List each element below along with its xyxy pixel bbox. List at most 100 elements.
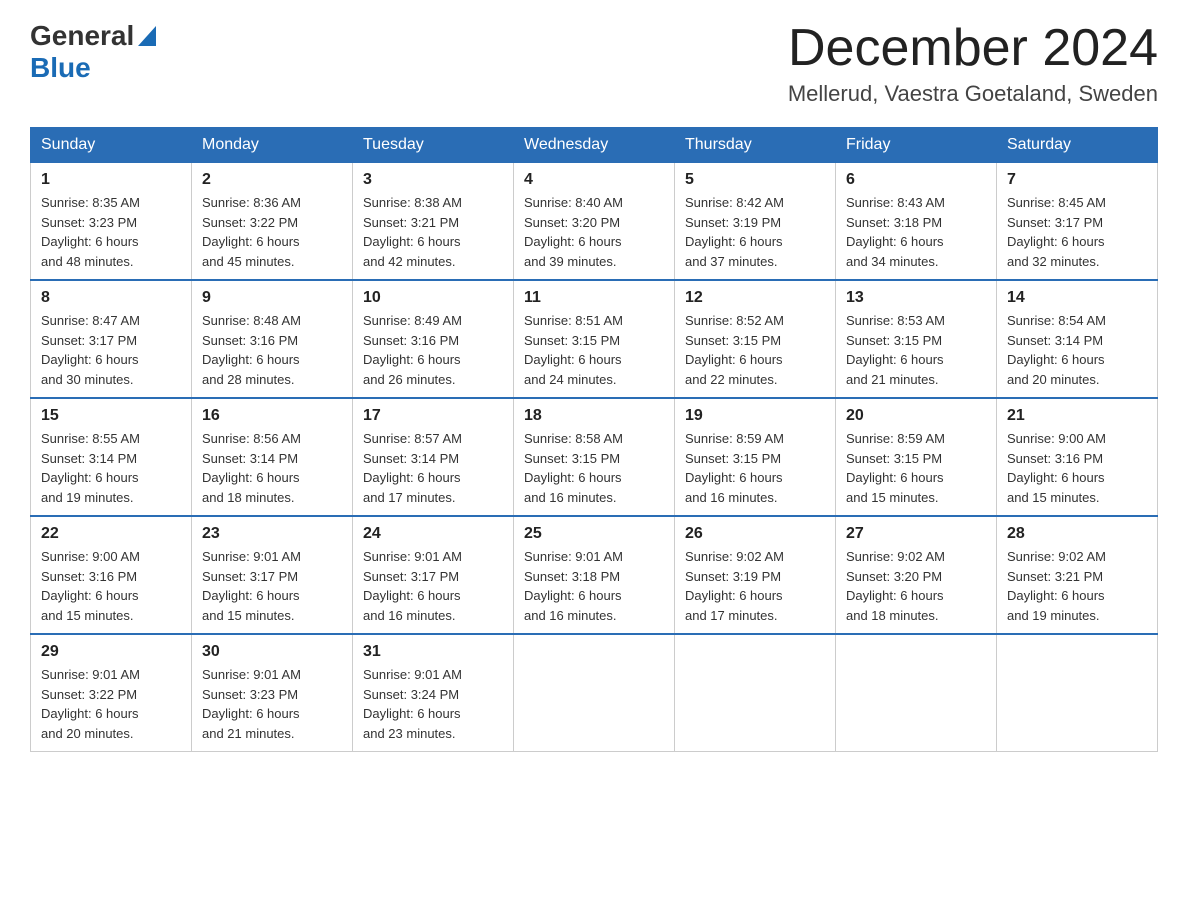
day-info: Sunrise: 9:00 AM Sunset: 3:16 PM Dayligh… (41, 547, 181, 625)
calendar-cell: 17 Sunrise: 8:57 AM Sunset: 3:14 PM Dayl… (353, 398, 514, 516)
calendar-cell: 18 Sunrise: 8:58 AM Sunset: 3:15 PM Dayl… (514, 398, 675, 516)
day-info: Sunrise: 8:55 AM Sunset: 3:14 PM Dayligh… (41, 429, 181, 507)
day-info: Sunrise: 9:02 AM Sunset: 3:21 PM Dayligh… (1007, 547, 1147, 625)
day-number: 12 (685, 289, 825, 307)
page-header: General Blue December 2024 Mellerud, Vae… (30, 20, 1158, 107)
day-number: 16 (202, 407, 342, 425)
day-number: 18 (524, 407, 664, 425)
calendar-cell: 16 Sunrise: 8:56 AM Sunset: 3:14 PM Dayl… (192, 398, 353, 516)
day-info: Sunrise: 8:35 AM Sunset: 3:23 PM Dayligh… (41, 193, 181, 271)
day-number: 13 (846, 289, 986, 307)
day-number: 31 (363, 643, 503, 661)
col-header-friday: Friday (836, 128, 997, 163)
calendar-cell: 9 Sunrise: 8:48 AM Sunset: 3:16 PM Dayli… (192, 280, 353, 398)
day-info: Sunrise: 8:42 AM Sunset: 3:19 PM Dayligh… (685, 193, 825, 271)
day-info: Sunrise: 9:01 AM Sunset: 3:18 PM Dayligh… (524, 547, 664, 625)
day-number: 19 (685, 407, 825, 425)
day-number: 3 (363, 171, 503, 189)
calendar-cell: 30 Sunrise: 9:01 AM Sunset: 3:23 PM Dayl… (192, 634, 353, 752)
calendar-cell: 23 Sunrise: 9:01 AM Sunset: 3:17 PM Dayl… (192, 516, 353, 634)
day-number: 23 (202, 525, 342, 543)
day-info: Sunrise: 8:54 AM Sunset: 3:14 PM Dayligh… (1007, 311, 1147, 389)
day-info: Sunrise: 9:02 AM Sunset: 3:20 PM Dayligh… (846, 547, 986, 625)
calendar-cell: 29 Sunrise: 9:01 AM Sunset: 3:22 PM Dayl… (31, 634, 192, 752)
day-info: Sunrise: 8:43 AM Sunset: 3:18 PM Dayligh… (846, 193, 986, 271)
day-number: 17 (363, 407, 503, 425)
col-header-tuesday: Tuesday (353, 128, 514, 163)
day-info: Sunrise: 8:51 AM Sunset: 3:15 PM Dayligh… (524, 311, 664, 389)
col-header-sunday: Sunday (31, 128, 192, 163)
day-number: 4 (524, 171, 664, 189)
day-info: Sunrise: 9:01 AM Sunset: 3:23 PM Dayligh… (202, 665, 342, 743)
calendar-cell: 21 Sunrise: 9:00 AM Sunset: 3:16 PM Dayl… (997, 398, 1158, 516)
day-number: 30 (202, 643, 342, 661)
day-info: Sunrise: 8:48 AM Sunset: 3:16 PM Dayligh… (202, 311, 342, 389)
calendar-cell: 7 Sunrise: 8:45 AM Sunset: 3:17 PM Dayli… (997, 163, 1158, 281)
day-info: Sunrise: 8:49 AM Sunset: 3:16 PM Dayligh… (363, 311, 503, 389)
day-number: 22 (41, 525, 181, 543)
day-number: 14 (1007, 289, 1147, 307)
day-info: Sunrise: 9:01 AM Sunset: 3:17 PM Dayligh… (363, 547, 503, 625)
day-info: Sunrise: 8:57 AM Sunset: 3:14 PM Dayligh… (363, 429, 503, 507)
calendar-cell: 25 Sunrise: 9:01 AM Sunset: 3:18 PM Dayl… (514, 516, 675, 634)
col-header-monday: Monday (192, 128, 353, 163)
col-header-saturday: Saturday (997, 128, 1158, 163)
calendar-cell: 24 Sunrise: 9:01 AM Sunset: 3:17 PM Dayl… (353, 516, 514, 634)
calendar-cell: 28 Sunrise: 9:02 AM Sunset: 3:21 PM Dayl… (997, 516, 1158, 634)
day-number: 9 (202, 289, 342, 307)
day-info: Sunrise: 9:00 AM Sunset: 3:16 PM Dayligh… (1007, 429, 1147, 507)
day-info: Sunrise: 9:01 AM Sunset: 3:22 PM Dayligh… (41, 665, 181, 743)
day-number: 27 (846, 525, 986, 543)
calendar-cell (514, 634, 675, 752)
day-info: Sunrise: 9:01 AM Sunset: 3:17 PM Dayligh… (202, 547, 342, 625)
calendar-week-row: 1 Sunrise: 8:35 AM Sunset: 3:23 PM Dayli… (31, 163, 1158, 281)
col-header-wednesday: Wednesday (514, 128, 675, 163)
day-number: 5 (685, 171, 825, 189)
calendar-cell: 5 Sunrise: 8:42 AM Sunset: 3:19 PM Dayli… (675, 163, 836, 281)
calendar-table: SundayMondayTuesdayWednesdayThursdayFrid… (30, 127, 1158, 752)
day-info: Sunrise: 8:38 AM Sunset: 3:21 PM Dayligh… (363, 193, 503, 271)
logo-blue-text: Blue (30, 52, 91, 83)
logo-general-text: General (30, 20, 134, 52)
calendar-cell: 15 Sunrise: 8:55 AM Sunset: 3:14 PM Dayl… (31, 398, 192, 516)
calendar-header-row: SundayMondayTuesdayWednesdayThursdayFrid… (31, 128, 1158, 163)
day-info: Sunrise: 9:02 AM Sunset: 3:19 PM Dayligh… (685, 547, 825, 625)
day-info: Sunrise: 8:52 AM Sunset: 3:15 PM Dayligh… (685, 311, 825, 389)
calendar-cell: 10 Sunrise: 8:49 AM Sunset: 3:16 PM Dayl… (353, 280, 514, 398)
day-number: 6 (846, 171, 986, 189)
day-number: 10 (363, 289, 503, 307)
day-number: 25 (524, 525, 664, 543)
calendar-cell: 6 Sunrise: 8:43 AM Sunset: 3:18 PM Dayli… (836, 163, 997, 281)
day-info: Sunrise: 8:47 AM Sunset: 3:17 PM Dayligh… (41, 311, 181, 389)
calendar-cell: 2 Sunrise: 8:36 AM Sunset: 3:22 PM Dayli… (192, 163, 353, 281)
calendar-cell: 14 Sunrise: 8:54 AM Sunset: 3:14 PM Dayl… (997, 280, 1158, 398)
calendar-week-row: 8 Sunrise: 8:47 AM Sunset: 3:17 PM Dayli… (31, 280, 1158, 398)
calendar-cell: 12 Sunrise: 8:52 AM Sunset: 3:15 PM Dayl… (675, 280, 836, 398)
calendar-cell: 31 Sunrise: 9:01 AM Sunset: 3:24 PM Dayl… (353, 634, 514, 752)
calendar-cell: 26 Sunrise: 9:02 AM Sunset: 3:19 PM Dayl… (675, 516, 836, 634)
calendar-cell: 1 Sunrise: 8:35 AM Sunset: 3:23 PM Dayli… (31, 163, 192, 281)
day-info: Sunrise: 8:36 AM Sunset: 3:22 PM Dayligh… (202, 193, 342, 271)
calendar-cell: 27 Sunrise: 9:02 AM Sunset: 3:20 PM Dayl… (836, 516, 997, 634)
day-info: Sunrise: 9:01 AM Sunset: 3:24 PM Dayligh… (363, 665, 503, 743)
calendar-cell (836, 634, 997, 752)
title-area: December 2024 Mellerud, Vaestra Goetalan… (788, 20, 1158, 107)
calendar-cell (675, 634, 836, 752)
calendar-cell: 22 Sunrise: 9:00 AM Sunset: 3:16 PM Dayl… (31, 516, 192, 634)
location-subtitle: Mellerud, Vaestra Goetaland, Sweden (788, 81, 1158, 107)
day-number: 15 (41, 407, 181, 425)
day-number: 2 (202, 171, 342, 189)
calendar-cell: 4 Sunrise: 8:40 AM Sunset: 3:20 PM Dayli… (514, 163, 675, 281)
day-number: 11 (524, 289, 664, 307)
day-info: Sunrise: 8:40 AM Sunset: 3:20 PM Dayligh… (524, 193, 664, 271)
day-info: Sunrise: 8:58 AM Sunset: 3:15 PM Dayligh… (524, 429, 664, 507)
day-number: 7 (1007, 171, 1147, 189)
calendar-cell: 11 Sunrise: 8:51 AM Sunset: 3:15 PM Dayl… (514, 280, 675, 398)
day-number: 26 (685, 525, 825, 543)
month-year-title: December 2024 (788, 20, 1158, 77)
day-number: 21 (1007, 407, 1147, 425)
logo: General Blue (30, 20, 156, 84)
day-number: 29 (41, 643, 181, 661)
day-info: Sunrise: 8:59 AM Sunset: 3:15 PM Dayligh… (685, 429, 825, 507)
calendar-cell: 20 Sunrise: 8:59 AM Sunset: 3:15 PM Dayl… (836, 398, 997, 516)
